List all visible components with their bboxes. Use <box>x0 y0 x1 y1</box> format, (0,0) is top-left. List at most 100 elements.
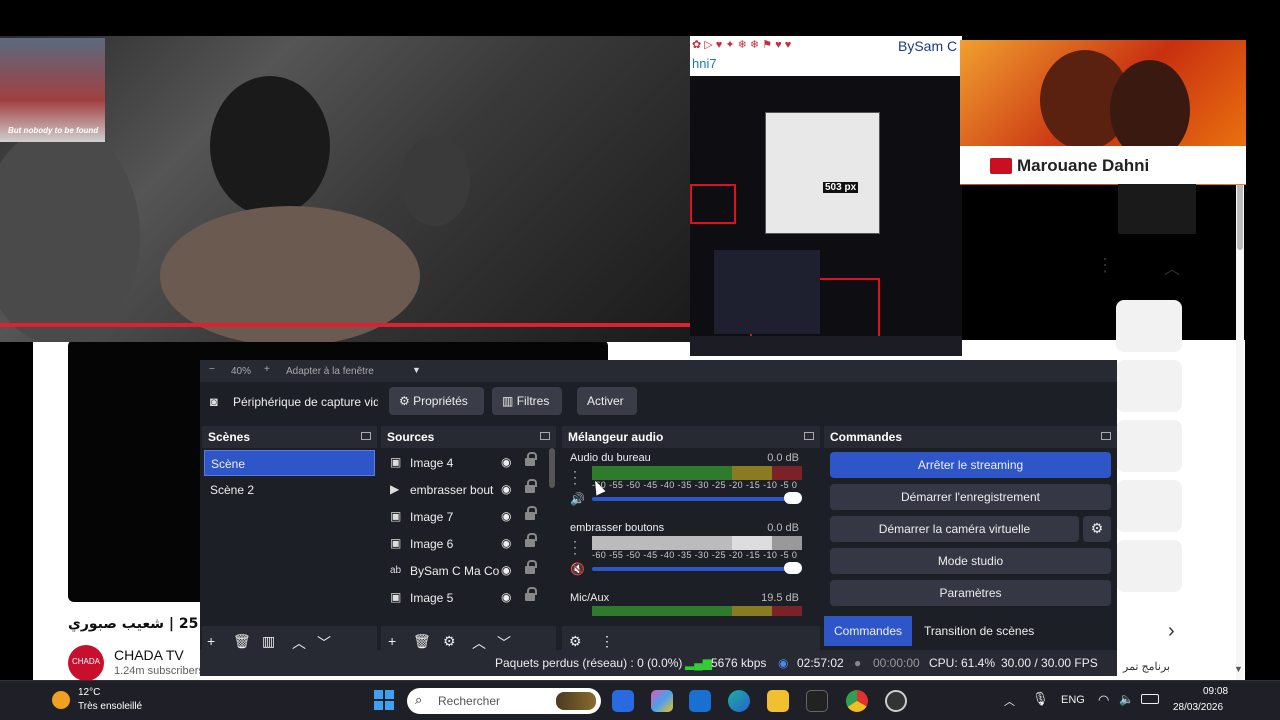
channel-avatar[interactable]: CHADA <box>68 645 104 681</box>
emoji-strip: ✿ ▷ ♥ ✦ ❄ ❄ ⚑ ♥ ♥ <box>692 39 792 51</box>
app-icon-audio[interactable] <box>806 690 828 712</box>
lock-icon[interactable] <box>525 533 537 547</box>
more-vert-icon[interactable]: · · · <box>573 535 577 559</box>
properties-button[interactable]: ⚙ Propriétés <box>389 387 484 415</box>
zoom-out-button[interactable]: − <box>209 364 215 375</box>
app-icon-edge[interactable] <box>728 690 750 712</box>
sources-scrollbar[interactable] <box>549 448 555 488</box>
app-icon-outlook[interactable] <box>689 690 711 712</box>
meter-yellow <box>732 466 772 480</box>
chrome-icon[interactable] <box>846 690 868 712</box>
speaker-icon[interactable]: 🔈 <box>1119 692 1134 706</box>
weather-temperature[interactable]: 12°C <box>78 687 100 698</box>
image-icon: ▣ <box>390 590 402 604</box>
float-dock-icon[interactable] <box>804 432 814 440</box>
chevron-up-icon[interactable]: ︿ <box>1004 693 1015 709</box>
source-item[interactable]: ▣ Image 7 ◉ <box>389 504 545 530</box>
lock-icon[interactable] <box>525 587 537 601</box>
settings-button[interactable]: Paramètres <box>830 580 1111 606</box>
more-vert-icon[interactable]: · · · <box>573 465 577 489</box>
lock-icon[interactable] <box>525 560 537 574</box>
clock-date[interactable]: 28/03/2026 <box>1173 702 1223 713</box>
weather-description[interactable]: Très ensoleillé <box>78 701 142 712</box>
video-title[interactable]: 25 | شعيب صبوري <box>68 616 208 632</box>
float-dock-icon[interactable] <box>540 432 550 440</box>
chevron-up-icon[interactable]: ︿ <box>1164 255 1180 279</box>
speaker-icon[interactable]: 🔊 <box>570 492 585 506</box>
meter-yellow <box>732 606 772 616</box>
volume-slider-handle[interactable] <box>784 492 802 504</box>
clock-time[interactable]: 09:08 <box>1203 686 1228 697</box>
tab-commands[interactable]: Commandes <box>824 616 912 646</box>
filter-icon[interactable]: ▥ <box>262 633 275 650</box>
obs-icon[interactable] <box>885 690 907 712</box>
gear-icon[interactable]: ⚙ <box>1083 516 1111 542</box>
scenes-title: Scènes <box>208 430 251 444</box>
recommendation-card[interactable] <box>1116 540 1182 592</box>
visibility-eye-icon[interactable]: ◉ <box>501 590 511 604</box>
advanced-audio-icon[interactable]: ⚙ <box>569 633 582 650</box>
chevron-right-icon[interactable]: › <box>1168 620 1175 643</box>
app-icon-copilot[interactable] <box>651 690 673 712</box>
folder-icon[interactable] <box>767 690 789 712</box>
start-recording-button[interactable]: Démarrer l'enregistrement <box>830 484 1111 510</box>
studio-mode-button[interactable]: Mode studio <box>830 548 1111 574</box>
recommendation-card[interactable] <box>1116 360 1182 412</box>
volume-slider[interactable] <box>592 567 802 571</box>
scroll-down-arrow-icon[interactable]: ▼ <box>1234 664 1243 674</box>
float-dock-icon[interactable] <box>1101 432 1111 440</box>
zoom-in-button[interactable]: + <box>264 364 270 375</box>
visibility-eye-icon[interactable]: ◉ <box>501 455 511 469</box>
float-dock-icon[interactable] <box>361 432 371 440</box>
visibility-eye-icon[interactable]: ◉ <box>501 536 511 550</box>
streaming-icon: ◉ <box>778 656 789 670</box>
scene-item[interactable]: Scène 2 <box>204 477 375 503</box>
speaker-muted-icon[interactable]: 🔇 <box>570 562 585 576</box>
chevron-down-icon[interactable]: ▼ <box>412 365 421 375</box>
trash-icon[interactable]: 🗑 <box>233 633 251 650</box>
more-vert-icon[interactable]: ⋮ <box>600 633 614 650</box>
page-scrollbar[interactable] <box>1236 180 1244 680</box>
source-item[interactable]: ▣ Image 5 ◉ <box>389 585 545 611</box>
lock-icon[interactable] <box>525 452 537 466</box>
wifi-icon[interactable]: ◠ <box>1098 692 1109 708</box>
mixer-channels: Audio du bureau 0.0 dB · · · -60 -55 -50 -… <box>562 448 820 620</box>
input-language[interactable]: ENG <box>1061 694 1085 706</box>
source-item[interactable]: ▣ Image 4 ◉ <box>389 450 545 476</box>
activate-button[interactable]: Activer <box>577 387 637 415</box>
start-virtual-camera-button[interactable]: Démarrer la caméra virtuelle <box>830 516 1079 542</box>
scene-item[interactable]: Scène <box>204 450 375 476</box>
scrollbar-thumb[interactable] <box>1237 180 1243 250</box>
lock-icon[interactable] <box>525 479 537 493</box>
battery-icon[interactable] <box>1141 694 1159 704</box>
zoom-fit-label[interactable]: Adapter à la fenêtre <box>286 366 374 377</box>
source-item[interactable]: ▣ Image 6 ◉ <box>389 531 545 557</box>
recommendation-card[interactable] <box>1116 300 1182 352</box>
sun-icon[interactable] <box>52 691 70 709</box>
gear-icon[interactable]: ⚙ <box>443 633 456 650</box>
source-item[interactable]: ▶ embrasser bout ◉ <box>389 477 545 503</box>
visibility-eye-icon[interactable]: ◉ <box>501 563 511 577</box>
visibility-eye-icon[interactable]: ◉ <box>501 482 511 496</box>
start-button[interactable] <box>374 690 394 710</box>
add-icon[interactable]: + <box>207 633 215 649</box>
trash-icon[interactable]: 🗑 <box>413 633 431 650</box>
stop-streaming-button[interactable]: Arrêter le streaming <box>830 452 1111 478</box>
more-vert-icon[interactable]: ⋮ <box>1096 255 1114 276</box>
source-item[interactable]: ab BySam C Ma Co ◉ <box>389 558 545 584</box>
stream-time: 02:57:02 <box>797 656 844 670</box>
app-icon-editor[interactable] <box>612 690 634 712</box>
microphone-icon[interactable]: 🎙 <box>1032 691 1049 707</box>
volume-slider[interactable] <box>592 497 802 501</box>
volume-slider-handle[interactable] <box>784 562 802 574</box>
recommendation-card[interactable] <box>1116 420 1182 472</box>
visibility-eye-icon[interactable]: ◉ <box>501 509 511 523</box>
tab-scene-transitions[interactable]: Transition de scènes <box>914 616 1074 646</box>
filters-button[interactable]: ▥ Filtres <box>492 387 562 415</box>
search-placeholder[interactable]: Rechercher <box>438 694 500 708</box>
source-label: embrasser bout <box>410 483 494 497</box>
channel-name[interactable]: CHADA TV <box>114 647 184 663</box>
lock-icon[interactable] <box>525 506 537 520</box>
add-icon[interactable]: + <box>388 633 396 649</box>
recommendation-card[interactable] <box>1116 480 1182 532</box>
